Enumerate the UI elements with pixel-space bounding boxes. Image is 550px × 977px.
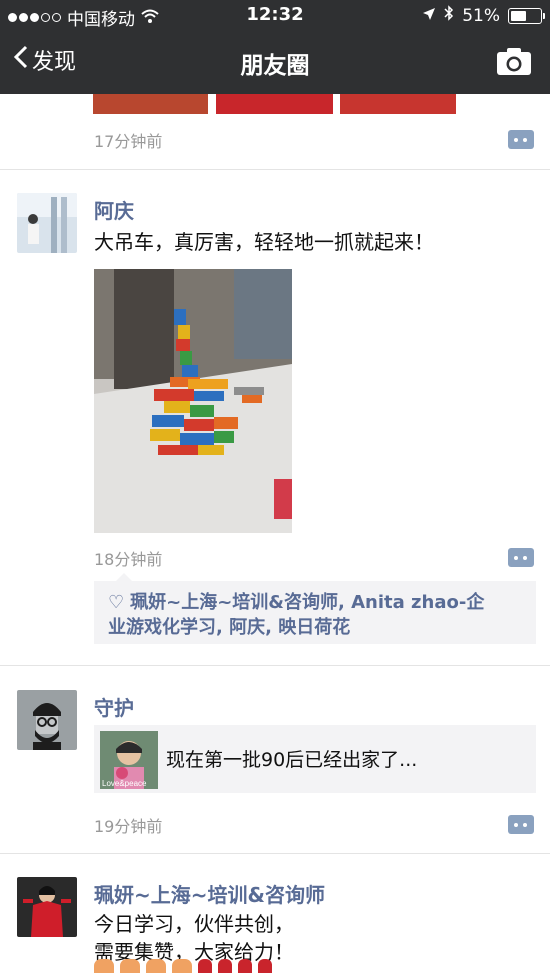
share-title: 现在第一批90后已经出家了...	[166, 749, 418, 771]
comment-menu-button[interactable]	[508, 130, 534, 149]
photo-thumbnail[interactable]	[93, 94, 208, 114]
post-divider	[0, 665, 550, 666]
navigation-bar: 发现 朋友圈	[0, 30, 550, 94]
status-right: 51%	[422, 5, 545, 26]
likes-text-line2[interactable]: 业游戏化学习, 阿庆, 映日荷花	[108, 617, 350, 638]
post-author[interactable]: 守护	[94, 692, 134, 721]
shared-link-card[interactable]: Love&peace 现在第一批90后已经出家了...	[94, 725, 536, 793]
heart-emoji-icon	[120, 959, 140, 973]
likes-text-line1[interactable]: 珮妍~上海~培训&咨询师, Anita zhao-企	[130, 592, 484, 613]
post-divider	[0, 169, 550, 170]
post-divider	[0, 853, 550, 854]
heart-icon: ♡	[108, 592, 125, 613]
post-time: 19分钟前	[94, 817, 163, 836]
rose-emoji-icon	[238, 959, 252, 973]
heart-emoji-icon	[172, 959, 192, 973]
post-text-line1: 今日学习，伙伴共创，	[94, 912, 294, 936]
avatar[interactable]	[17, 877, 77, 937]
battery-percent: 51%	[462, 5, 500, 26]
rose-emoji-icon	[198, 959, 212, 973]
emoji-row	[94, 959, 272, 973]
comment-menu-button[interactable]	[508, 548, 534, 567]
share-thumbnail: Love&peace	[100, 731, 158, 789]
post-photo[interactable]	[94, 269, 292, 533]
page-title: 朋友圈	[240, 53, 310, 79]
rose-emoji-icon	[218, 959, 232, 973]
rose-emoji-icon	[258, 959, 272, 973]
post-author[interactable]: 珮妍~上海~培训&咨询师	[94, 879, 325, 908]
photo-thumbnail[interactable]	[216, 94, 333, 114]
location-arrow-icon	[422, 6, 436, 26]
comment-menu-button[interactable]	[508, 815, 534, 834]
photo-thumbnail[interactable]	[340, 94, 456, 114]
post-text: 大吊车，真厉害，轻轻地一抓就起来！	[94, 230, 434, 254]
top-bar: 中国移动 12:32 51% 发现 朋友圈	[0, 0, 550, 94]
avatar[interactable]	[17, 193, 77, 253]
status-bar: 中国移动 12:32 51%	[0, 0, 550, 30]
post-author[interactable]: 阿庆	[94, 195, 134, 224]
heart-emoji-icon	[94, 959, 114, 973]
battery-icon	[508, 7, 545, 24]
share-thumb-caption: Love&peace	[102, 779, 147, 788]
camera-icon[interactable]	[496, 46, 532, 76]
post-time: 17分钟前	[94, 132, 163, 151]
bluetooth-icon	[444, 5, 454, 26]
post-time: 18分钟前	[94, 550, 163, 569]
heart-emoji-icon	[146, 959, 166, 973]
avatar[interactable]	[17, 690, 77, 750]
moments-feed[interactable]: 17分钟前 阿庆 大吊车，真厉害，轻轻地一抓就起来！ 18分钟前 ♡ 珮妍~上海…	[0, 94, 550, 977]
likes-list: ♡ 珮妍~上海~培训&咨询师, Anita zhao-企 业游戏化学习, 阿庆, …	[94, 573, 536, 644]
